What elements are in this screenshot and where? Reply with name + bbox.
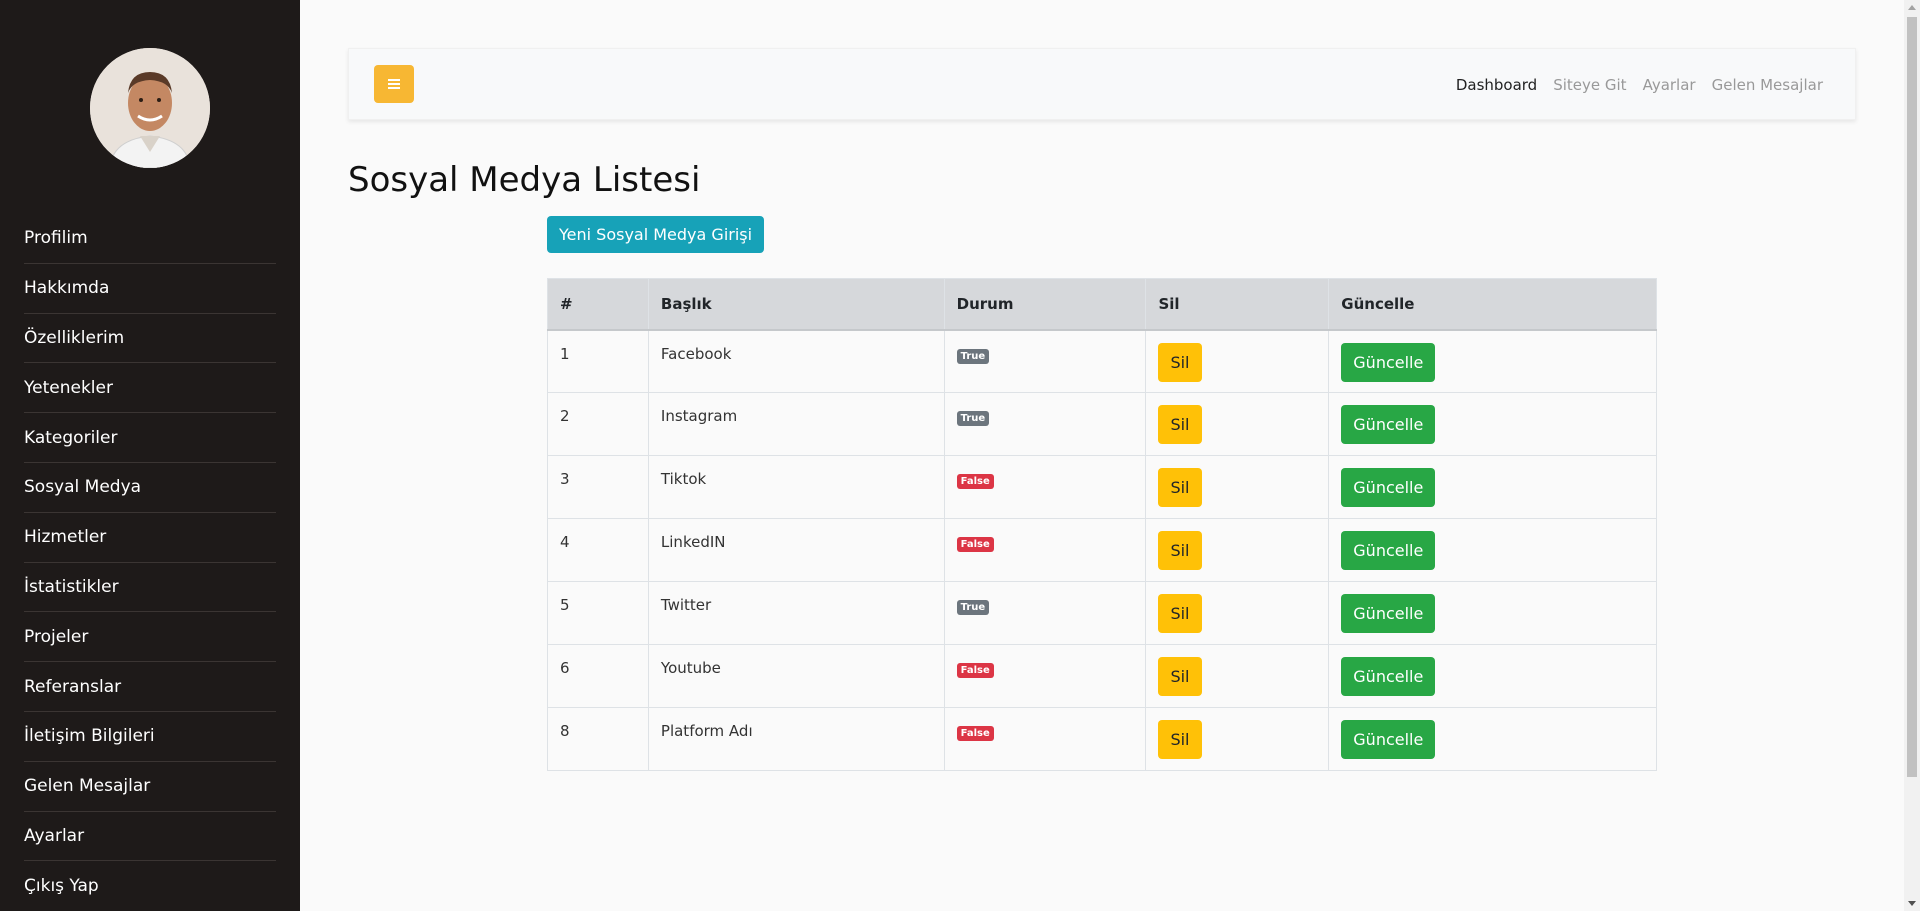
table-row: 8 Platform Adı False Sil Güncelle [547,707,1657,771]
sidebar-menu: Profilim Hakkımda Özelliklerim Yetenekle… [24,214,276,911]
table-header-row: # Başlık Durum Sil Güncelle [547,278,1657,331]
update-button[interactable]: Güncelle [1341,657,1436,696]
update-button[interactable]: Güncelle [1341,531,1436,570]
row-id: 2 [547,392,649,456]
sidebar-item-kategoriler[interactable]: Kategoriler [24,413,276,463]
delete-button[interactable]: Sil [1158,342,1202,382]
sidebar-item-projeler[interactable]: Projeler [24,612,276,663]
sidebar-item-iletisim-bilgileri[interactable]: İletişim Bilgileri [24,712,276,762]
bars-icon [388,79,400,89]
nav-link-siteye-git[interactable]: Siteye Git [1553,76,1626,94]
row-id: 8 [547,707,649,771]
sidebar-item-sosyal-medya[interactable]: Sosyal Medya [24,463,276,513]
status-badge: True [956,348,990,364]
delete-button[interactable]: Sil [1158,594,1202,633]
sidebar-item-hakkimda[interactable]: Hakkımda [24,264,276,314]
status-badge: False [956,726,994,741]
new-social-media-button[interactable]: Yeni Sosyal Medya Girişi [547,216,765,253]
main-content: Dashboard Siteye Git Ayarlar Gelen Mesaj… [300,0,1904,911]
column-header-delete: Sil [1145,278,1330,331]
delete-button[interactable]: Sil [1158,720,1202,759]
row-title: Twitter [647,581,945,645]
column-header-id: # [547,278,649,331]
sidebar-item-gelen-mesajlar[interactable]: Gelen Mesajlar [24,762,276,812]
top-navbar: Dashboard Siteye Git Ayarlar Gelen Mesaj… [348,48,1856,120]
status-badge: True [956,600,990,615]
profile-avatar [90,48,210,168]
row-id: 1 [547,329,649,393]
row-title: Instagram [647,392,945,456]
update-button[interactable]: Güncelle [1341,405,1436,444]
table-row: 3 Tiktok False Sil Güncelle [547,455,1657,519]
row-id: 3 [547,455,649,519]
update-button[interactable]: Güncelle [1341,594,1436,633]
sidebar-item-hizmetler[interactable]: Hizmetler [24,513,276,563]
row-id: 6 [547,644,649,708]
sidebar-item-referanslar[interactable]: Referanslar [24,662,276,712]
scroll-up-arrow-icon[interactable] [1908,5,1916,10]
sidebar-item-istatistikler[interactable]: İstatistikler [24,563,276,613]
vertical-scrollbar[interactable] [1904,0,1920,911]
table-row: 6 Youtube False Sil Güncelle [547,644,1657,708]
sidebar-toggle-button[interactable] [374,65,414,103]
column-header-status: Durum [943,278,1147,331]
delete-button[interactable]: Sil [1158,468,1202,507]
status-badge: False [956,537,994,552]
status-badge: False [956,474,994,489]
sidebar-item-ozelliklerim[interactable]: Özelliklerim [24,314,276,364]
row-title: Platform Adı [647,707,945,771]
column-header-title: Başlık [647,278,945,331]
table-row: 2 Instagram True Sil Güncelle [547,392,1657,456]
update-button[interactable]: Güncelle [1341,720,1436,759]
update-button[interactable]: Güncelle [1341,468,1436,507]
row-id: 5 [547,581,649,645]
sidebar-item-yetenekler[interactable]: Yetenekler [24,363,276,414]
row-title: Facebook [647,329,945,393]
sidebar-item-ayarlar[interactable]: Ayarlar [24,812,276,862]
delete-button[interactable]: Sil [1158,531,1202,570]
table-row: 1 Facebook True Sil Güncelle [547,329,1657,393]
nav-link-gelen-mesajlar[interactable]: Gelen Mesajlar [1712,76,1823,94]
nav-link-ayarlar[interactable]: Ayarlar [1643,76,1696,94]
column-header-update: Güncelle [1328,278,1657,331]
row-title: Tiktok [647,455,945,519]
sidebar-item-cikis-yap[interactable]: Çıkış Yap [24,861,276,911]
social-media-table: # Başlık Durum Sil Güncelle 1 Facebook T… [547,278,1657,771]
row-title: LinkedIN [647,518,945,582]
sidebar: Profilim Hakkımda Özelliklerim Yetenekle… [0,0,300,911]
update-button[interactable]: Güncelle [1341,342,1436,382]
table-row: 5 Twitter True Sil Güncelle [547,581,1657,645]
page-title: Sosyal Medya Listesi [348,160,701,200]
delete-button[interactable]: Sil [1158,405,1202,444]
scroll-down-arrow-icon[interactable] [1908,901,1916,906]
status-badge: False [956,663,994,678]
nav-link-dashboard[interactable]: Dashboard [1456,76,1537,94]
table-row: 4 LinkedIN False Sil Güncelle [547,518,1657,582]
top-nav: Dashboard Siteye Git Ayarlar Gelen Mesaj… [1456,49,1823,121]
sidebar-item-profilim[interactable]: Profilim [24,214,276,264]
row-title: Youtube [647,644,945,708]
delete-button[interactable]: Sil [1158,657,1202,696]
row-id: 4 [547,518,649,582]
status-badge: True [956,411,990,426]
scrollbar-thumb[interactable] [1907,17,1917,777]
